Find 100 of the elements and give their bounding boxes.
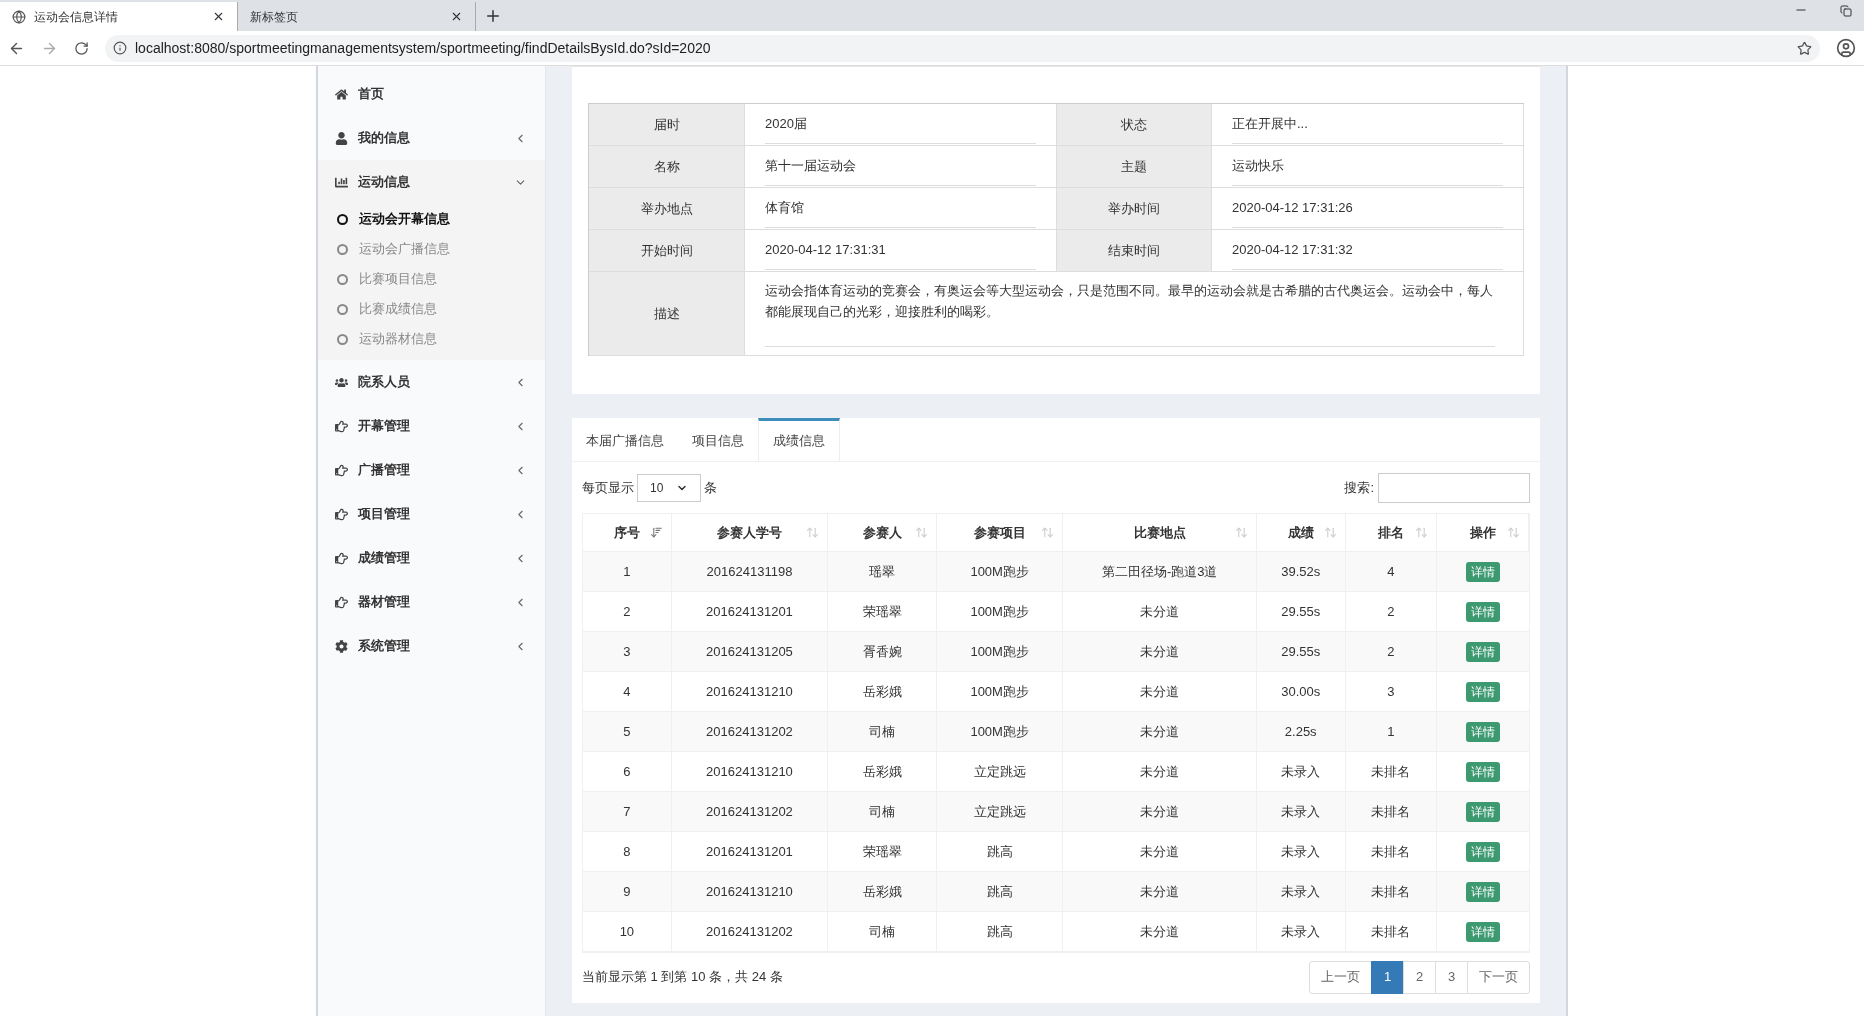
details-button[interactable]: 详情 [1466,681,1501,702]
tab[interactable]: 成绩信息 [758,418,840,461]
table-cell: 未分道 [1063,632,1257,671]
table-cell: 司楠 [828,792,937,831]
table-cell: 未录入 [1256,832,1346,871]
table-cell: 201624131210 [671,672,829,711]
column-header[interactable]: 操作 [1437,514,1529,551]
field-value: 2020-04-12 17:31:31 [765,231,1036,270]
column-header[interactable]: 比赛地点 [1063,514,1257,551]
sort-icon [806,526,820,539]
table-cell: 未分道 [1063,792,1257,831]
table-cell: 未分道 [1063,672,1257,711]
page-button[interactable]: 1 [1371,960,1404,994]
tab[interactable]: 本届广播信息 [572,418,678,461]
table-info: 当前显示第 1 到第 10 条，共 24 条 [582,968,784,987]
profile-icon[interactable] [1836,38,1856,58]
sort-icon [914,526,928,539]
table-cell: 100M跑步 [936,552,1064,591]
table-cell: 未录入 [1256,792,1346,831]
column-header[interactable]: 参赛人学号 [671,514,829,551]
hand-icon [335,551,348,565]
address-bar[interactable]: localhost:8080/sportmeetingmanagementsystem/sportmeeting/findDetailsBysId.do?sId=2020 [105,34,1820,62]
column-header[interactable]: 参赛项目 [936,514,1064,551]
browser-tab[interactable]: 运动会信息详情 [0,2,238,31]
restore-icon[interactable] [1840,5,1852,17]
table-cell: 201624131202 [671,712,829,751]
close-icon[interactable] [450,10,463,23]
bookmark-icon[interactable] [1797,40,1812,56]
page-button[interactable]: 2 [1403,960,1436,994]
table-cell: 3 [583,632,672,671]
hand-icon [335,463,348,477]
field-label: 届时 [589,104,745,146]
sort-icon [1234,526,1248,539]
table-cell: 4 [583,672,672,711]
close-icon[interactable] [212,10,225,23]
details-button[interactable]: 详情 [1466,721,1501,742]
sidebar-item[interactable]: 开幕管理 [318,404,545,448]
table-cell: 201624131202 [671,792,829,831]
table-cell: 201624131210 [671,872,829,911]
page-button[interactable]: 下一页 [1467,960,1530,994]
table-cell: 39.52s [1256,552,1346,591]
details-button[interactable]: 详情 [1466,801,1501,822]
column-header[interactable]: 排名 [1345,514,1438,551]
table-cell: 201624131201 [671,592,829,631]
table-cell: 未排名 [1345,832,1438,871]
page-button[interactable]: 上一页 [1309,960,1372,994]
submenu-item[interactable]: 运动会开幕信息 [318,204,545,234]
new-tab-icon[interactable] [484,7,502,25]
table-cell: 1 [1345,712,1438,751]
column-header[interactable]: 序号 [583,514,672,551]
field-label: 名称 [589,146,745,188]
table-cell: 5 [583,712,672,751]
field-value: 体育馆 [765,189,1036,228]
search-field[interactable] [1378,473,1530,503]
details-button[interactable]: 详情 [1466,841,1501,862]
column-header[interactable]: 参赛人 [828,514,937,551]
field-value: 2020-04-12 17:31:32 [1232,231,1503,270]
sidebar-item[interactable]: 成绩管理 [318,536,545,580]
table-cell: 未分道 [1063,752,1257,791]
table-cell: 未分道 [1063,912,1257,951]
details-button[interactable]: 详情 [1466,881,1501,902]
table-cell: 29.55s [1256,592,1346,631]
details-button[interactable]: 详情 [1466,761,1501,782]
details-button[interactable]: 详情 [1466,561,1501,582]
sidebar-item[interactable]: 系统管理 [318,624,545,668]
table-cell: 司楠 [828,912,937,951]
field-value: 运动快乐 [1232,147,1503,186]
table-cell: 30.00s [1256,672,1346,711]
table-cell: 100M跑步 [936,712,1064,751]
table-cell: 未录入 [1256,912,1346,951]
sort-ascending-icon [649,526,663,539]
table-cell: 司楠 [828,712,937,751]
page-size-select[interactable]: 10 [637,474,701,502]
length-suffix: 条 [704,479,717,498]
table-cell: 荣瑶翠 [828,592,937,631]
sidebar-item[interactable]: 首页 [318,72,545,116]
sidebar-item[interactable]: 项目管理 [318,492,545,536]
details-button[interactable]: 详情 [1466,601,1501,622]
table-cell: 9 [583,872,672,911]
table-cell: 2 [1345,592,1438,631]
table-cell: 立定跳远 [936,792,1064,831]
table-cell: 跳高 [936,832,1064,871]
sidebar-item[interactable]: 我的信息 [318,116,545,160]
table-cell: 跳高 [936,872,1064,911]
details-button[interactable]: 详情 [1466,641,1501,662]
table-cell: 2.25s [1256,712,1346,751]
table-cell: 第二田径场-跑道3道 [1063,552,1257,591]
page-button[interactable]: 3 [1435,960,1468,994]
sidebar-item[interactable]: 广播管理 [318,448,545,492]
table-cell: 跳高 [936,912,1064,951]
table-cell: 100M跑步 [936,592,1064,631]
sidebar-item[interactable]: 院系人员 [318,360,545,404]
column-header[interactable]: 成绩 [1256,514,1346,551]
sidebar-item[interactable]: 器材管理 [318,580,545,624]
table-cell: 2 [1345,632,1438,671]
reload-icon[interactable] [74,40,89,56]
table-cell: 201624131205 [671,632,829,671]
tab[interactable]: 项目信息 [678,418,758,461]
details-button[interactable]: 详情 [1466,921,1501,942]
sidebar-item[interactable]: 运动信息 [318,160,545,204]
